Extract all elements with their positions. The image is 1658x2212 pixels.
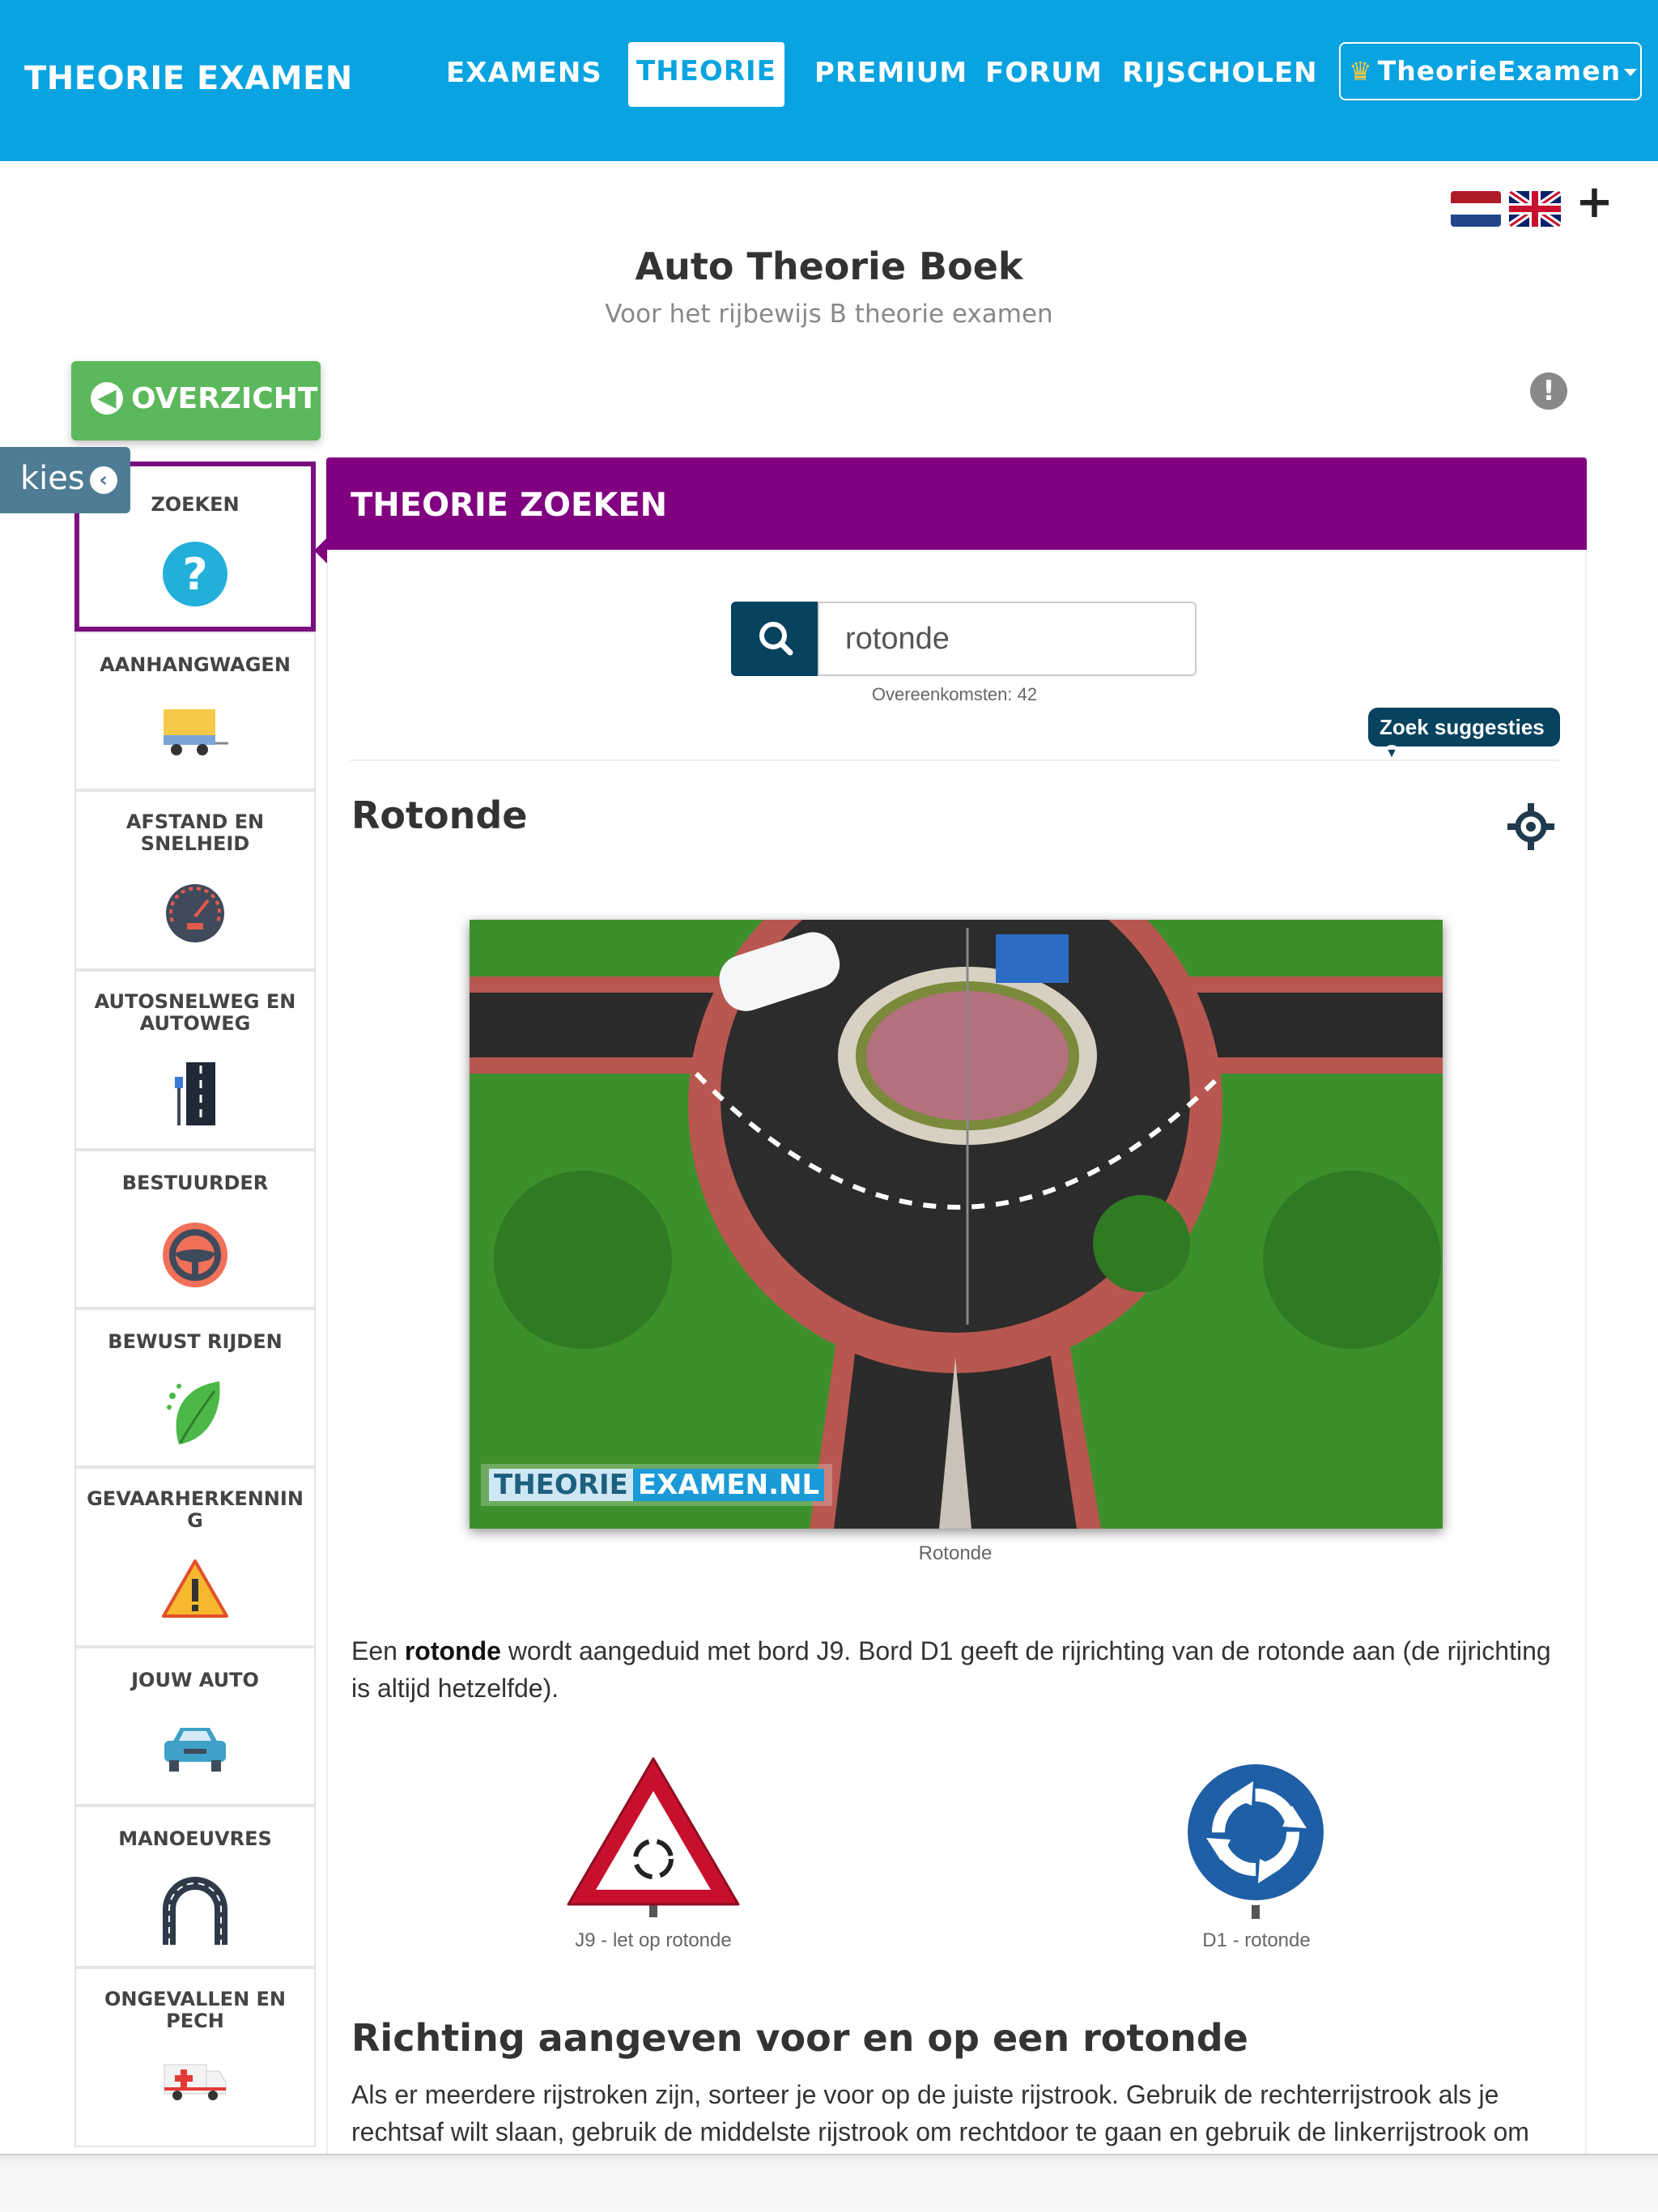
sign-j9-icon: [565, 1755, 742, 1921]
overview-label: OVERZICHT: [131, 382, 318, 415]
sidebar-item-manoeuvres[interactable]: MANOEUVRES: [74, 1806, 316, 1967]
ambulance-icon: [76, 2058, 314, 2104]
sign-j9-caption: J9 - let op rotonde: [575, 1929, 732, 1951]
nl-flag-icon[interactable]: [1451, 191, 1501, 227]
search-suggestions-button[interactable]: Zoek suggesties▼: [1368, 708, 1560, 764]
sidebar-item-label: MANOEUVRES: [118, 1827, 272, 1850]
photo-caption: Rotonde: [918, 1542, 993, 1564]
car-icon: [76, 1723, 314, 1776]
panel-notch: [314, 538, 327, 564]
sidebar-item-label: GEVAARHERKENNING: [87, 1487, 304, 1532]
article-paragraph: Een rotonde wordt aangeduid met bord J9.…: [351, 1636, 1551, 1703]
sidebar-item-label: BESTUURDER: [121, 1172, 269, 1194]
caret-down-icon: [1624, 69, 1638, 76]
sidebar-item-label: AFSTAND EN SNELHEID: [125, 810, 265, 855]
account-label: TheorieExamen: [1377, 55, 1622, 87]
chevron-left-icon: ‹: [89, 466, 117, 494]
search-suggestions-label: Zoek suggesties: [1380, 715, 1545, 739]
roundabout-icon: [1506, 802, 1556, 856]
u-turn-icon: [76, 1877, 314, 1945]
brand-logo[interactable]: THEORIE EXAMEN: [24, 60, 353, 97]
gb-flag-icon[interactable]: [1509, 191, 1561, 227]
crown-icon: ♛: [1349, 56, 1373, 87]
sidebar-item-jouw-auto[interactable]: JOUW AUTO: [74, 1647, 316, 1806]
sidebar-item-aanhangwagen[interactable]: AANHANGWAGEN: [74, 632, 316, 790]
steering-wheel-icon: [76, 1221, 314, 1289]
sidebar-item-afstand-en-snelheid[interactable]: AFSTAND EN SNELHEID: [74, 790, 316, 970]
sidebar-item-bestuurder[interactable]: BESTUURDER: [74, 1150, 316, 1308]
trailer-icon: [76, 706, 314, 759]
sidebar-item-bewust-rijden[interactable]: BEWUST RIJDEN: [74, 1308, 316, 1467]
sidebar-item-label: BEWUST RIJDEN: [108, 1330, 283, 1353]
section-title: Richting aangeven voor en op een rotonde: [351, 2016, 1248, 2060]
plus-icon[interactable]: +: [1575, 180, 1613, 225]
search-button[interactable]: [731, 602, 820, 676]
arrow-left-circle-icon: ◀: [91, 382, 123, 415]
panel-header: THEORIE ZOEKEN: [326, 457, 1587, 550]
search-icon: [759, 622, 793, 656]
sign-d1-caption: D1 - rotonde: [1202, 1929, 1311, 1951]
sidebar-item-autosnelweg-en-autoweg[interactable]: AUTOSNELWEG EN AUTOWEG: [74, 970, 316, 1150]
sidebar-item-label: AANHANGWAGEN: [100, 653, 291, 676]
highway-icon: [76, 1061, 314, 1127]
nav-rijscholen[interactable]: RIJSCHOLEN: [1122, 57, 1318, 89]
matches-count: Overeenkomsten: 42: [871, 684, 1038, 704]
leaf-icon: [76, 1376, 314, 1448]
article-title: Rotonde: [351, 793, 528, 837]
browser-bottom-bar: [0, 2154, 1658, 2212]
nav-examens[interactable]: EXAMENS: [446, 57, 602, 89]
sidebar-item-gevaarherkenning[interactable]: GEVAARHERKENNING: [74, 1467, 316, 1647]
page-subtitle: Voor het rijbewijs B theorie examen: [605, 300, 1053, 329]
divider: [350, 759, 1559, 761]
kies-tab[interactable]: kies ‹: [0, 447, 130, 513]
nav-forum[interactable]: FORUM: [985, 57, 1103, 89]
search-input[interactable]: [818, 602, 1197, 676]
nav-theorie[interactable]: THEORIE: [628, 42, 784, 107]
overview-button[interactable]: ◀ OVERZICHT: [71, 361, 321, 440]
sidebar: ZOEKEN ? AANHANGWAGEN AFSTAND EN SNELHEI…: [74, 462, 316, 2162]
sidebar-item-label: AUTOSNELWEG EN AUTOWEG: [94, 990, 296, 1035]
sidebar-item-ongevallen-en-pech[interactable]: ONGEVALLEN EN PECH: [74, 1967, 316, 2147]
sidebar-item-label: ONGEVALLEN EN PECH: [104, 1988, 286, 2032]
roundabout-photo: THEORIE EXAMEN.NL: [470, 920, 1443, 1529]
sign-d1-icon: [1179, 1757, 1333, 1923]
kies-label: kies: [20, 460, 85, 497]
bold-term: rotonde: [404, 1636, 501, 1665]
sidebar-item-label: JOUW AUTO: [131, 1669, 259, 1691]
question-icon: ?: [79, 541, 311, 607]
nav-premium[interactable]: PREMIUM: [814, 57, 967, 89]
page-title: Auto Theorie Boek: [635, 245, 1023, 288]
top-navbar: THEORIE EXAMEN EXAMENS THEORIE PREMIUM F…: [0, 0, 1658, 161]
svg-text:?: ?: [182, 549, 207, 600]
speedometer-icon: [76, 881, 314, 942]
account-dropdown[interactable]: ♛ TheorieExamen: [1339, 42, 1642, 100]
warning-icon: [76, 1558, 314, 1619]
exclamation-circle-icon[interactable]: !: [1530, 372, 1567, 410]
photo-watermark: THEORIE EXAMEN.NL: [481, 1464, 833, 1506]
